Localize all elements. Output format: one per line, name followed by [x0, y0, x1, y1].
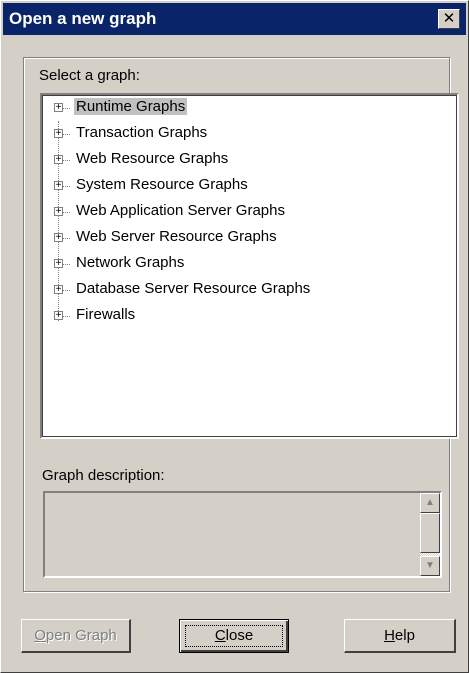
tree-item-label[interactable]: Transaction Graphs: [74, 124, 209, 141]
tree-connector: [63, 316, 70, 317]
expand-icon[interactable]: +: [54, 311, 63, 321]
close-button[interactable]: Close: [179, 619, 289, 653]
tree-connector: [63, 290, 70, 291]
scroll-down-icon: ▼: [425, 560, 435, 571]
graph-tree[interactable]: + Runtime Graphs + Transaction Graphs + …: [40, 93, 459, 439]
help-button[interactable]: Help: [344, 619, 456, 653]
graph-description-label: Graph description:: [42, 467, 165, 484]
expand-icon[interactable]: +: [54, 285, 63, 295]
tree-item-label[interactable]: Database Server Resource Graphs: [74, 280, 312, 297]
tree-item-label[interactable]: Firewalls: [74, 306, 137, 323]
scroll-down-button[interactable]: ▼: [420, 556, 440, 576]
dialog-title: Open a new graph: [9, 9, 157, 28]
expand-icon[interactable]: +: [54, 207, 63, 217]
help-label: elp: [394, 627, 415, 644]
scroll-up-icon: ▲: [425, 497, 435, 508]
tree-connector: [63, 108, 70, 109]
graph-description-box[interactable]: ▲ ▼: [43, 491, 442, 578]
scroll-thumb[interactable]: [420, 513, 440, 553]
dialog-window: Open a new graph ✕ Select a graph: + Run…: [0, 0, 469, 673]
title-bar[interactable]: Open a new graph ✕: [3, 3, 466, 35]
tree-item-label[interactable]: Network Graphs: [74, 254, 186, 271]
close-icon: ✕: [442, 10, 456, 27]
focus-rectangle: [185, 625, 283, 647]
tree-item-label[interactable]: Web Server Resource Graphs: [74, 228, 279, 245]
tree-connector: [63, 238, 70, 239]
tree-item-label[interactable]: Web Application Server Graphs: [74, 202, 287, 219]
expand-icon[interactable]: +: [54, 129, 63, 139]
description-scrollbar[interactable]: ▲ ▼: [420, 493, 440, 576]
select-graph-label: Select a graph:: [39, 67, 140, 84]
open-graph-button[interactable]: Open Graph: [21, 619, 131, 653]
tree-connector: [63, 186, 70, 187]
open-graph-mnemonic: O: [34, 627, 46, 644]
expand-icon[interactable]: +: [54, 181, 63, 191]
tree-connector: [63, 134, 70, 135]
open-graph-label: pen Graph: [45, 627, 117, 644]
help-mnemonic: H: [384, 627, 395, 644]
tree-connector: [63, 212, 70, 213]
tree-item-label[interactable]: System Resource Graphs: [74, 176, 250, 193]
tree-item-label[interactable]: Web Resource Graphs: [74, 150, 230, 167]
expand-icon[interactable]: +: [54, 233, 63, 243]
close-window-button[interactable]: ✕: [438, 9, 460, 29]
tree-item-label[interactable]: Runtime Graphs: [74, 98, 188, 115]
expand-icon[interactable]: +: [54, 259, 63, 269]
expand-icon[interactable]: +: [54, 103, 63, 113]
tree-connector: [63, 264, 70, 265]
scroll-up-button[interactable]: ▲: [420, 493, 440, 513]
tree-connector: [63, 160, 70, 161]
expand-icon[interactable]: +: [54, 155, 63, 165]
